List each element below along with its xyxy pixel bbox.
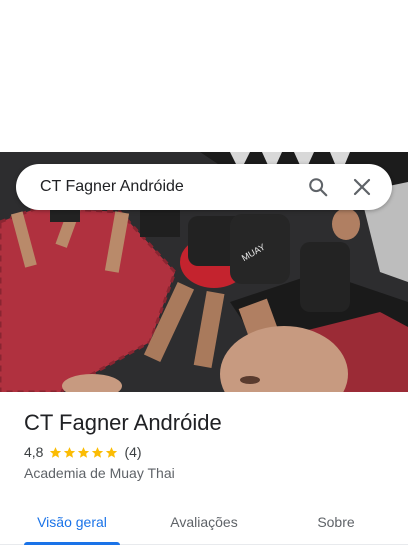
tab-reviews[interactable]: Avaliações bbox=[156, 500, 252, 544]
search-bar[interactable]: CT Fagner Andróide bbox=[16, 164, 392, 210]
place-title: CT Fagner Andróide bbox=[24, 410, 222, 435]
tab-overview-label: Visão geral bbox=[37, 514, 107, 530]
star-icon bbox=[50, 446, 62, 458]
star-icon bbox=[78, 446, 90, 458]
tab-about[interactable]: Sobre bbox=[292, 500, 380, 544]
search-icon[interactable] bbox=[300, 169, 336, 205]
search-query-text[interactable]: CT Fagner Andróide bbox=[40, 178, 292, 196]
star-icon bbox=[92, 446, 104, 458]
close-icon[interactable] bbox=[344, 169, 380, 205]
rating-row[interactable]: 4,8 (4) bbox=[24, 444, 142, 460]
place-category: Academia de Muay Thai bbox=[24, 465, 175, 481]
star-icon bbox=[106, 446, 118, 458]
tab-overview[interactable]: Visão geral bbox=[24, 500, 120, 545]
place-tabs: Visão geral Avaliações Sobre bbox=[0, 500, 408, 545]
rating-value: 4,8 bbox=[24, 444, 44, 460]
tab-about-label: Sobre bbox=[317, 514, 355, 530]
place-info-panel: CT Fagner Andróide 4,8 (4) Academia de M… bbox=[0, 392, 408, 545]
star-rating bbox=[49, 446, 119, 459]
map-blank-area bbox=[0, 0, 408, 152]
tab-reviews-label: Avaliações bbox=[170, 514, 238, 530]
review-count[interactable]: (4) bbox=[124, 444, 141, 460]
star-icon bbox=[64, 446, 76, 458]
